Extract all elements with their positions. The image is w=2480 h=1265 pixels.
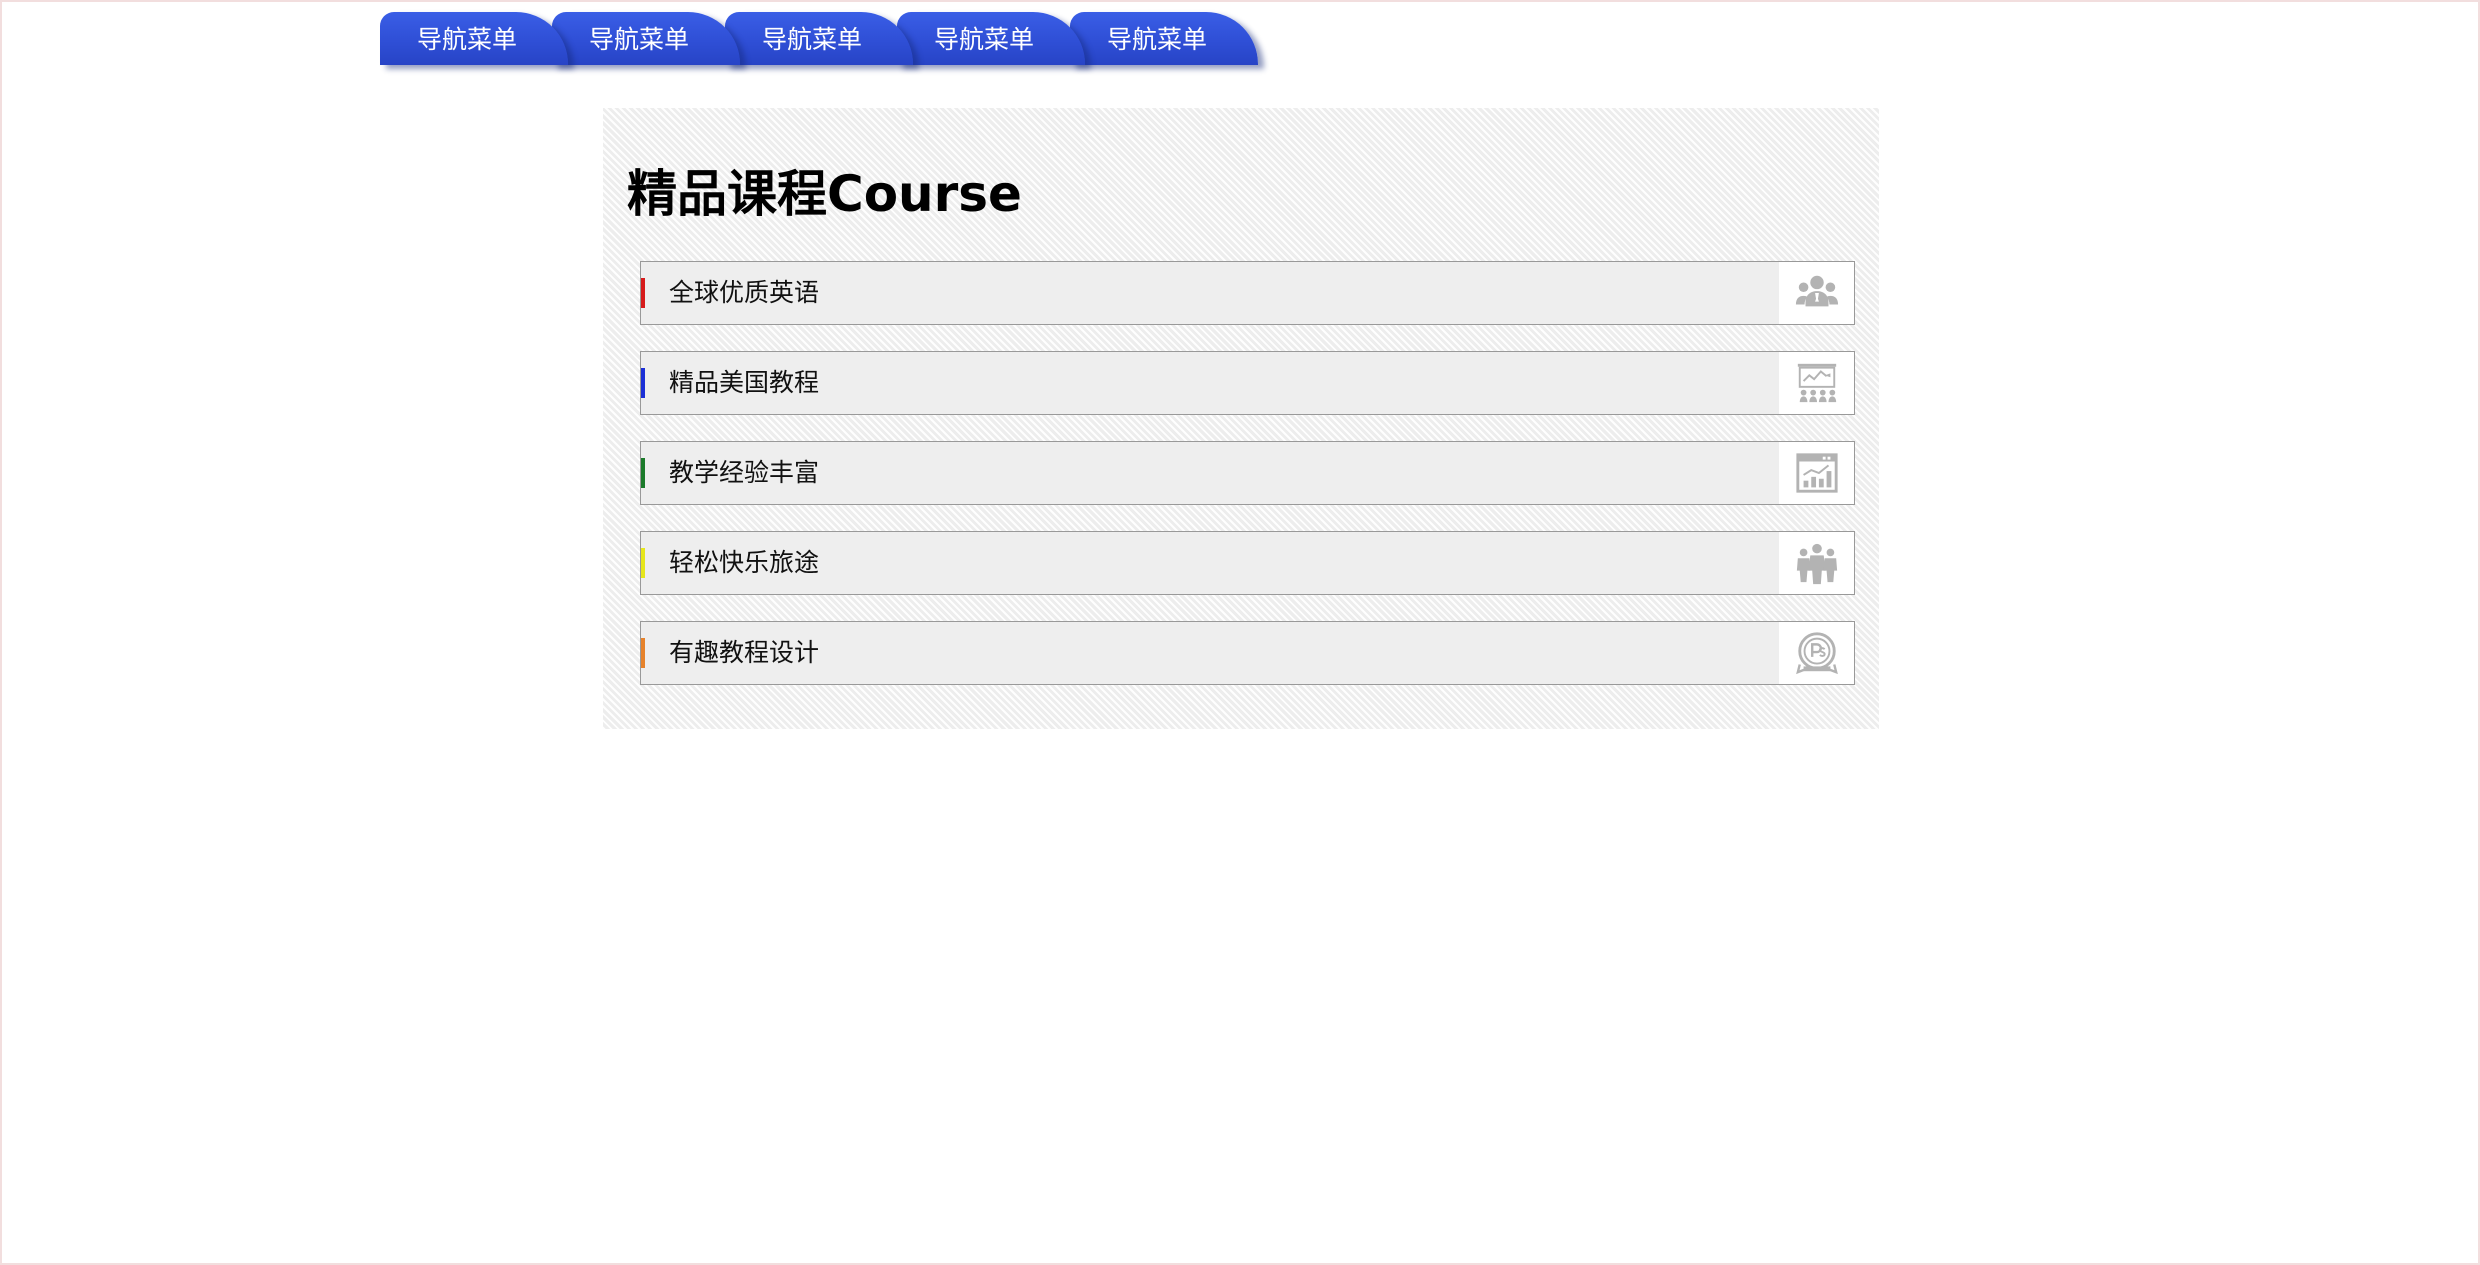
course-item-4[interactable]: 轻松快乐旅途 xyxy=(640,531,1855,595)
course-panel: 精品课程Course 全球优质英语 精品美国教程 教学经验丰富 轻松快乐旅途 有… xyxy=(603,108,1879,729)
course-item-3[interactable]: 教学经验丰富 xyxy=(640,441,1855,505)
accent-bar xyxy=(641,548,645,578)
accent-bar xyxy=(641,368,645,398)
course-item-5[interactable]: 有趣教程设计 xyxy=(640,621,1855,685)
course-label: 全球优质英语 xyxy=(669,278,820,307)
nav-tab-3[interactable]: 导航菜单 xyxy=(725,12,913,65)
presentation-board-icon xyxy=(1779,352,1854,414)
course-label: 精品美国教程 xyxy=(669,368,820,397)
nav-tab-4[interactable]: 导航菜单 xyxy=(897,12,1085,65)
nav-tab-2[interactable]: 导航菜单 xyxy=(552,12,740,65)
chart-window-icon xyxy=(1779,442,1854,504)
course-label: 有趣教程设计 xyxy=(669,638,820,667)
course-label: 轻松快乐旅途 xyxy=(669,548,820,577)
accent-bar xyxy=(641,638,645,668)
course-item-2[interactable]: 精品美国教程 xyxy=(640,351,1855,415)
team-icon xyxy=(1779,532,1854,594)
accent-bar xyxy=(641,278,645,308)
course-item-1[interactable]: 全球优质英语 xyxy=(640,261,1855,325)
ps-badge-icon xyxy=(1779,622,1854,684)
course-list: 全球优质英语 精品美国教程 教学经验丰富 轻松快乐旅途 有趣教程设计 xyxy=(640,261,1855,711)
accent-bar xyxy=(641,458,645,488)
nav-tab-5[interactable]: 导航菜单 xyxy=(1070,12,1258,65)
course-label: 教学经验丰富 xyxy=(669,458,820,487)
nav-tab-1[interactable]: 导航菜单 xyxy=(380,12,568,65)
people-group-icon xyxy=(1779,262,1854,324)
top-nav: 导航菜单 导航菜单 导航菜单 导航菜单 导航菜单 xyxy=(380,12,1280,66)
section-title: 精品课程Course xyxy=(627,165,1022,223)
